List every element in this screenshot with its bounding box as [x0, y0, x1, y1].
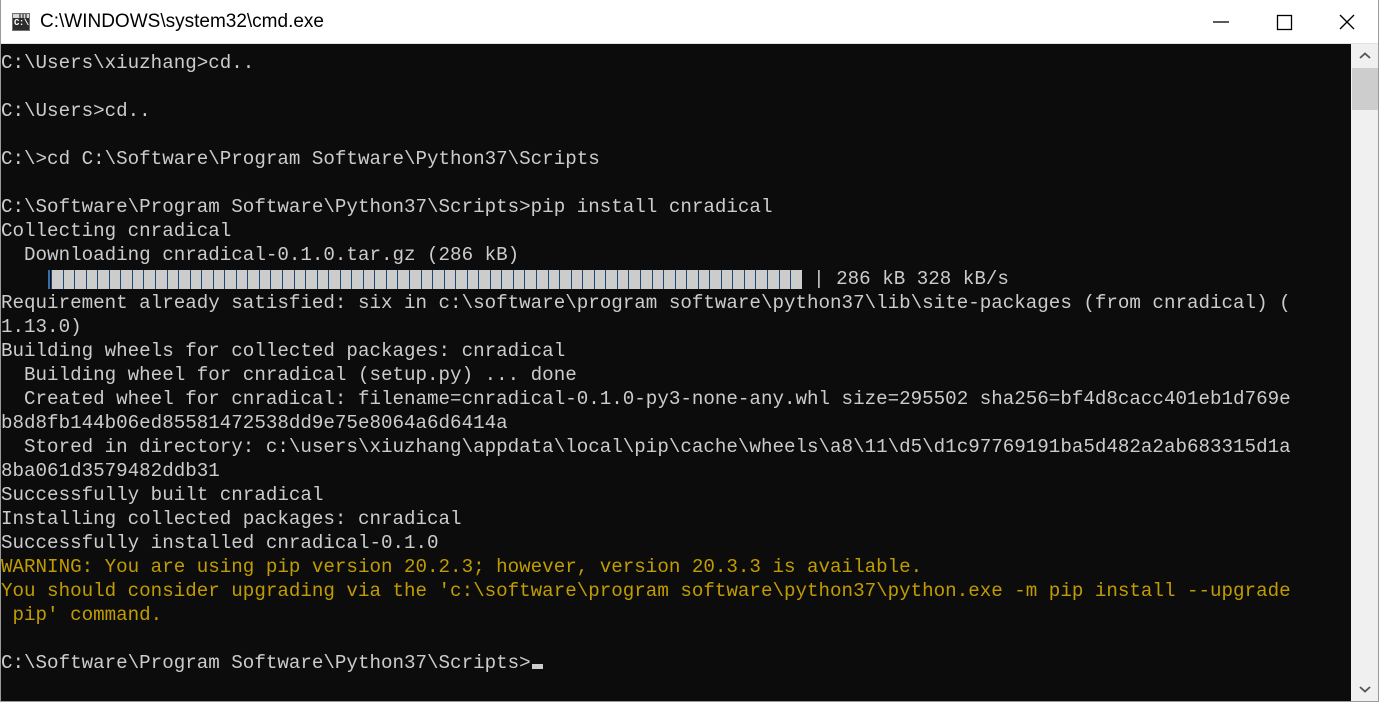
progress-left-edge	[48, 269, 51, 289]
console-area: C:\Users\xiuzhang>cd.. C:\Users>cd.. C:\>c…	[1, 44, 1378, 701]
cmd-window: C:\ C:\WINDOWS\system32\cmd.exe C:\Users…	[0, 0, 1379, 702]
console-line: C:\Software\Program Software\Python37\Sc…	[1, 196, 773, 218]
minimize-icon	[1212, 21, 1229, 23]
console-line: WARNING: You are using pip version 20.2.…	[1, 556, 923, 578]
console-line: 8ba061d3579482ddb31	[1, 460, 220, 482]
command-prompt-line: C:\Software\Program Software\Python37\Sc…	[1, 651, 1350, 675]
progress-indent	[1, 267, 47, 291]
console-line: Downloading cnradical-0.1.0.tar.gz (286 …	[1, 244, 520, 266]
maximize-button[interactable]	[1252, 0, 1315, 44]
chevron-down-icon	[1358, 686, 1371, 693]
console-line: Installing collected packages: cnradical	[1, 508, 462, 530]
cmd-icon-text: C:\	[14, 17, 29, 28]
console-line: Stored in directory: c:\users\xiuzhang\a…	[1, 436, 1291, 458]
console-line: C:\>cd C:\Software\Program Software\Pyth…	[1, 148, 600, 170]
close-button[interactable]	[1315, 0, 1378, 44]
console-lines: C:\Users\xiuzhang>cd.. C:\Users>cd.. C:\>c…	[1, 51, 1350, 675]
scroll-up-button[interactable]	[1351, 44, 1378, 68]
console-line: Successfully built cnradical	[1, 484, 324, 506]
scrollbar-track[interactable]	[1351, 68, 1378, 677]
console-line: Successfully installed cnradical-0.1.0	[1, 532, 439, 554]
console-line: Building wheels for collected packages: …	[1, 340, 566, 362]
scroll-down-button[interactable]	[1351, 677, 1378, 701]
console-line: C:\Users\xiuzhang>cd..	[1, 52, 255, 74]
console-line: Requirement already satisfied: six in c:…	[1, 292, 1291, 314]
console-line: b8d8fb144b06ed85581472538dd9e75e8064a6d6…	[1, 412, 508, 434]
close-icon	[1339, 14, 1354, 30]
console-line: Building wheel for cnradical (setup.py) …	[1, 364, 577, 386]
console-line: 1.13.0)	[1, 316, 82, 338]
chevron-up-icon	[1358, 52, 1371, 59]
window-controls	[1189, 0, 1378, 44]
console-line: pip' command.	[1, 604, 163, 626]
window-title: C:\WINDOWS\system32\cmd.exe	[40, 11, 324, 32]
prompt-text: C:\Software\Program Software\Python37\Sc…	[1, 652, 531, 674]
cmd-icon[interactable]: C:\	[12, 12, 30, 31]
console-output[interactable]: C:\Users\xiuzhang>cd.. C:\Users>cd.. C:\>c…	[1, 44, 1350, 701]
maximize-icon	[1276, 14, 1292, 31]
vertical-scrollbar[interactable]	[1350, 44, 1378, 701]
progress-blocks	[51, 269, 802, 289]
text-cursor	[531, 664, 543, 669]
console-line: Created wheel for cnradical: filename=cn…	[1, 388, 1291, 410]
scrollbar-thumb[interactable]	[1352, 68, 1378, 110]
download-progress-bar: | 286 kB 328 kB/s	[1, 267, 1350, 291]
titlebar[interactable]: C:\ C:\WINDOWS\system32\cmd.exe	[1, 0, 1378, 44]
console-line: C:\Users>cd..	[1, 100, 151, 122]
console-line: You should consider upgrading via the 'c…	[1, 580, 1291, 602]
console-line: Collecting cnradical	[1, 220, 232, 242]
minimize-button[interactable]	[1189, 0, 1252, 44]
progress-label: | 286 kB 328 kB/s	[801, 268, 1009, 290]
